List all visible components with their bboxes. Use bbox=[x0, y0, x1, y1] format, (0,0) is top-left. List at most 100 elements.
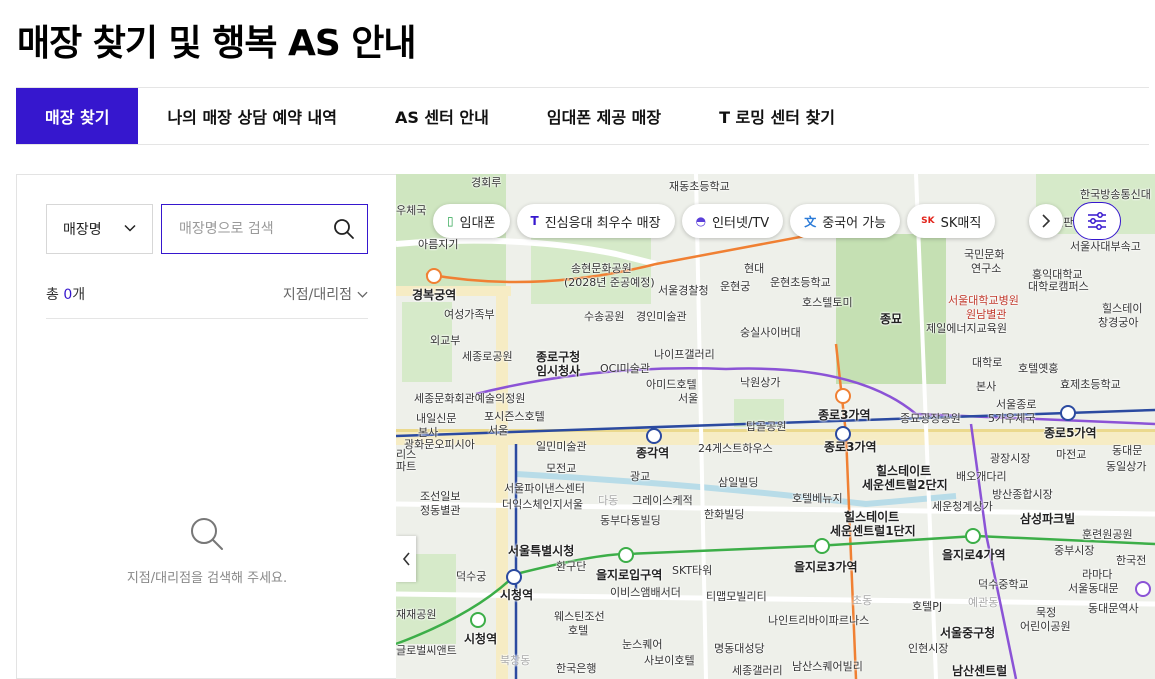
filter-chips: ▯ 임대폰 T 진심응대 최우수 매장 ◓ 인터넷/TV 文 중국어 가능 SK SK매직 bbox=[433, 204, 996, 238]
tab-rental-phone-stores[interactable]: 임대폰 제공 매장 bbox=[518, 88, 690, 144]
map-place-label: 을지로4가역 bbox=[942, 548, 1006, 562]
map-place-label: 대학로캠퍼스 bbox=[1028, 280, 1089, 293]
router-icon: ◓ bbox=[695, 214, 707, 228]
map-place-label: 연구소 bbox=[971, 262, 1002, 275]
chevron-left-icon bbox=[402, 552, 410, 566]
divider bbox=[46, 318, 368, 319]
map-place-label: 한국전 bbox=[1116, 554, 1147, 567]
map-place-label: 시청역 bbox=[464, 632, 498, 646]
map-place-label: 24게스트하우스 bbox=[698, 442, 773, 455]
map-place-label: 글로벌씨앤트 bbox=[396, 644, 457, 657]
chip-chinese[interactable]: 文 중국어 가능 bbox=[790, 204, 901, 238]
map-place-label: 그레이스케적 bbox=[632, 494, 693, 507]
map-place-label: 종로5가역 bbox=[1044, 426, 1097, 440]
map-place-label: OCI미술관 bbox=[600, 362, 650, 375]
map-place-label: 광장시장 bbox=[990, 452, 1031, 465]
map-place-label: 을지로3가역 bbox=[794, 560, 858, 574]
map-place-label: 운현초등학교 bbox=[770, 276, 831, 289]
map-place-label: 세종갤러리 bbox=[732, 664, 783, 677]
map-place-label: 서울중구청 bbox=[940, 626, 996, 640]
map-place-label: 낙원상가 bbox=[740, 376, 781, 389]
map-place-label: 나인트리바이파르나스 bbox=[768, 614, 870, 627]
map-place-label: 경복궁역 bbox=[412, 288, 457, 302]
map-place-label: 삼성파크빌 bbox=[1020, 512, 1076, 526]
map-place-label: 숭실사이버대 bbox=[740, 326, 801, 339]
empty-message: 지점/대리점을 검색해 주세요. bbox=[126, 571, 288, 586]
map-place-label: 티맵모빌리티 bbox=[706, 590, 767, 603]
map-place-label: 초동 bbox=[852, 594, 873, 607]
t-logo-icon: T bbox=[530, 214, 539, 228]
map-place-label: 운현궁 bbox=[720, 280, 751, 293]
sort-dropdown[interactable]: 지점/대리점 bbox=[283, 284, 368, 304]
sk-logo-icon: SK bbox=[921, 216, 935, 226]
store-map[interactable]: 경회루재동초등학교한국방송통신대우체국헌법재판소아름지기서울사대부속고국민문화연… bbox=[396, 174, 1155, 679]
map-place-label: 삼일빌딩 bbox=[718, 476, 759, 489]
map-place-label: 동대문역사 bbox=[1088, 602, 1139, 615]
map-place-label: 덕수궁 bbox=[456, 570, 487, 583]
map-place-label: 동일상가 bbox=[1106, 460, 1147, 473]
map-place-label: 세운센트럴1단지 bbox=[830, 524, 916, 538]
map-place-label: 중부시장 bbox=[1054, 544, 1095, 557]
map-place-label: 수송공원 bbox=[584, 310, 625, 323]
map-place-label: 여성가족부 bbox=[444, 308, 495, 321]
map-place-label: 눈스퀘어 bbox=[622, 638, 663, 651]
map-place-label: 덕수중학교 bbox=[978, 578, 1029, 591]
map-place-label: 방산종합시장 bbox=[992, 488, 1053, 501]
chip-best-service[interactable]: T 진심응대 최우수 매장 bbox=[516, 204, 675, 238]
count-suffix: 개 bbox=[72, 287, 86, 303]
map-place-label: 경인미술관 bbox=[636, 310, 687, 323]
search-panel: 매장명 총 0개 지점/대리점 지점/대리점을 검색해 주세요. bbox=[16, 174, 396, 679]
tab-store-finder[interactable]: 매장 찾기 bbox=[16, 88, 139, 144]
map-place-label: 한화빌딩 bbox=[704, 508, 745, 521]
search-input[interactable] bbox=[179, 221, 329, 237]
chips-next-button[interactable] bbox=[1029, 204, 1063, 238]
map-place-label: 서울 bbox=[488, 424, 509, 437]
map-place-label: 임시청사 bbox=[536, 364, 581, 378]
map-place-label: 세운센트럴2단지 bbox=[862, 478, 948, 492]
chip-label: 임대폰 bbox=[459, 215, 496, 231]
chip-label: 중국어 가능 bbox=[822, 215, 887, 231]
map-place-label: (2028년 준공예정) bbox=[564, 276, 655, 289]
filter-settings-button[interactable] bbox=[1073, 202, 1121, 240]
map-place-label: 우체국 bbox=[396, 204, 427, 217]
map-place-label: 5가우체국 bbox=[988, 412, 1036, 425]
count-prefix: 총 bbox=[46, 287, 64, 303]
map-place-label: 예관동 bbox=[968, 596, 999, 609]
search-icon[interactable] bbox=[333, 218, 355, 240]
map-place-label: 광교 bbox=[630, 470, 651, 483]
tab-t-roaming-center[interactable]: T 로밍 센터 찾기 bbox=[690, 88, 864, 144]
map-place-label: 훈련원공원 bbox=[1082, 528, 1133, 541]
search-field bbox=[161, 204, 368, 254]
map-place-label: 대학로 bbox=[972, 356, 1003, 369]
page-title: 매장 찾기 및 행복 AS 안내 bbox=[17, 23, 417, 64]
map-place-label: 세종로공원 bbox=[462, 350, 513, 363]
chip-label: 진심응대 최우수 매장 bbox=[544, 215, 661, 231]
map-place-label: 세종문화회관예술의정원 bbox=[414, 392, 526, 405]
map-place-label: 호텔PJ bbox=[912, 600, 943, 613]
chinese-char-icon: 文 bbox=[804, 214, 817, 229]
map-place-label: 탑골공원 bbox=[746, 420, 787, 433]
map-place-label: 재재공원 bbox=[396, 608, 437, 621]
map-place-label: 종로3가역 bbox=[824, 440, 877, 454]
map-place-label: 서울사대부속고 bbox=[1070, 240, 1141, 253]
chip-sk-magic[interactable]: SK SK매직 bbox=[907, 204, 996, 238]
chip-internet-tv[interactable]: ◓ 인터넷/TV bbox=[681, 204, 784, 238]
map-place-label: 남산스퀘어빌리 bbox=[792, 660, 863, 673]
map-place-label: 제일에너지교육원 bbox=[926, 322, 1007, 335]
chip-label: 인터넷/TV bbox=[712, 215, 770, 231]
tab-bar: 매장 찾기 나의 매장 상담 예약 내역 AS 센터 안내 임대폰 제공 매장 … bbox=[16, 87, 1149, 145]
tab-as-center[interactable]: AS 센터 안내 bbox=[366, 88, 518, 144]
chevron-down-icon bbox=[357, 291, 368, 298]
collapse-panel-button[interactable] bbox=[396, 536, 416, 582]
map-place-label: 시청역 bbox=[500, 588, 534, 602]
map-place-label: 호텔 bbox=[568, 624, 589, 637]
map-place-label: 환구단 bbox=[556, 560, 587, 573]
tab-my-reservations[interactable]: 나의 매장 상담 예약 내역 bbox=[138, 88, 365, 144]
map-place-label: 이비스앰배서더 bbox=[610, 586, 681, 599]
map-place-label: 종묘광장공원 bbox=[900, 412, 961, 425]
map-place-label: 한국은행 bbox=[556, 662, 597, 675]
chip-rental-phone[interactable]: ▯ 임대폰 bbox=[433, 204, 510, 238]
map-place-label: 현대 bbox=[744, 262, 765, 275]
map-place-label: 다동 bbox=[598, 494, 619, 507]
search-type-select[interactable]: 매장명 bbox=[46, 204, 153, 254]
